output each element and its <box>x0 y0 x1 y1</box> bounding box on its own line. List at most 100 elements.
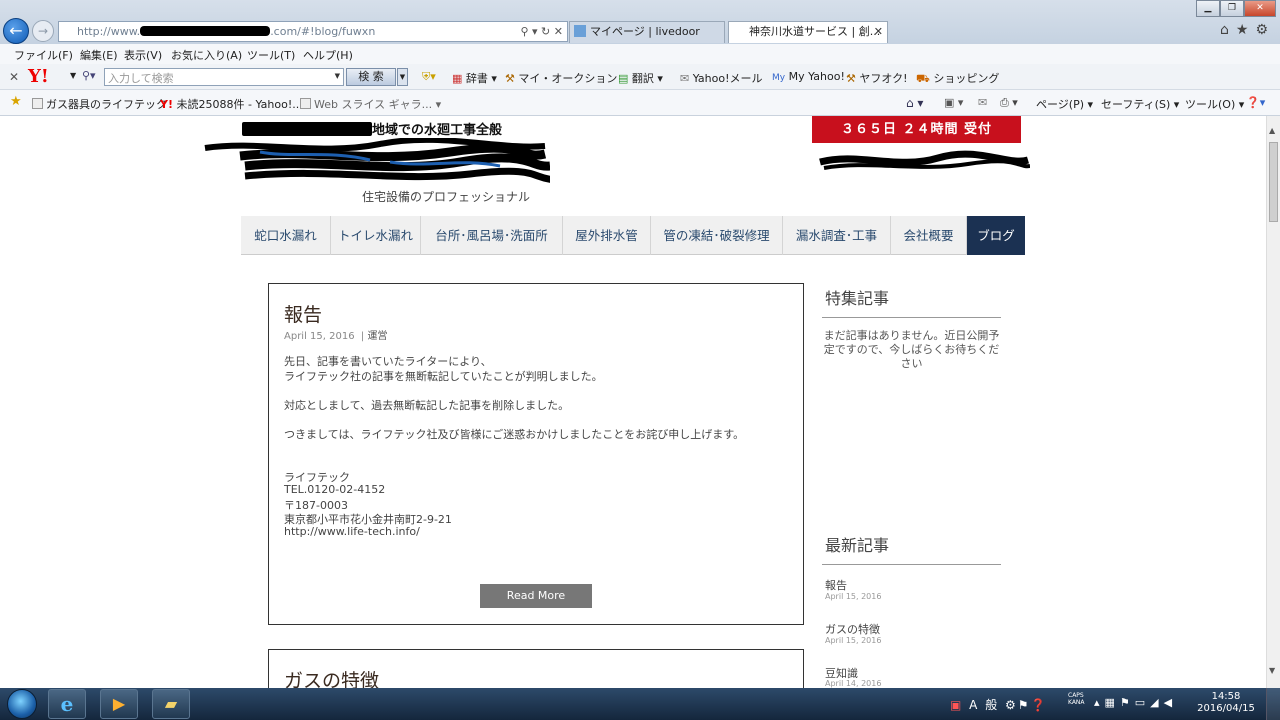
search-icon[interactable]: ⚲▾ <box>82 69 96 82</box>
menu-help[interactable]: ヘルプ(H) <box>303 47 353 63</box>
kana-label: KANA <box>1068 699 1085 706</box>
nav-pipe-repair[interactable]: 管の凍結･破裂修理 <box>651 216 783 255</box>
gavel-icon: ⚒ <box>846 72 856 85</box>
nav-faucet-leak[interactable]: 蛇口水漏れ <box>241 216 331 255</box>
menu-bar: ファイル(F) 編集(E) 表示(V) お気に入り(A) ツール(T) ヘルプ(… <box>0 44 1280 64</box>
show-desktop-button[interactable] <box>1266 688 1280 720</box>
nav-blog[interactable]: ブログ <box>967 216 1025 255</box>
minimize-button[interactable]: ▁ <box>1196 0 1220 17</box>
post-link[interactable]: http://www.life-tech.info/ <box>284 525 420 538</box>
favorite-label: 未読25088件 - Yahoo!... <box>176 98 303 111</box>
close-window-button[interactable]: ✕ <box>1244 0 1276 17</box>
chevron-down-icon[interactable]: ▼ <box>70 71 76 80</box>
yahoo-search-input[interactable]: 入力して検索 ▼ <box>104 68 344 86</box>
ie-taskbar-icon[interactable]: e <box>48 689 86 719</box>
menu-view[interactable]: 表示(V) <box>124 47 162 63</box>
dictionary-link[interactable]: ▦ 辞書 ▾ <box>452 70 497 86</box>
web-page: 地域での水廻工事全般 住宅設備のプロフェッショナル ３６５日 ２４時間 受付 蛇… <box>0 116 1266 688</box>
yahoo-search-button[interactable]: 検 索 <box>346 68 396 86</box>
vertical-scrollbar[interactable]: ▲ ▼ <box>1266 116 1280 688</box>
close-toolbar-icon[interactable]: ✕ <box>9 70 19 84</box>
recent-post-link[interactable]: 報告 <box>825 577 847 593</box>
page-icon <box>32 98 43 109</box>
yahoo-toolbar: ✕ Y! ▼ ⚲▾ 入力して検索 ▼ 検 索 ▼ ⛨▾ ▦ 辞書 ▾ ⚒ マイ・オ… <box>0 64 1280 90</box>
close-tab-icon[interactable]: ✕ <box>874 22 883 42</box>
read-mail-icon[interactable]: ✉ <box>978 96 987 109</box>
caps-kana-indicator: CAPS KANA <box>1068 692 1085 706</box>
system-tray-icons[interactable]: ▣ A 般 ⚙⚑❓ <box>950 696 1048 713</box>
safety-menu[interactable]: セーフティ(S) ▾ <box>1101 96 1179 112</box>
post-line: 先日、記事を書いていたライターにより、 <box>284 355 492 368</box>
clock-date: 2016/04/15 <box>1197 703 1255 714</box>
favorite-item-yahoo[interactable]: Y! 未読25088件 - Yahoo!... <box>160 96 303 112</box>
taskbar-clock[interactable]: 14:58 2016/04/15 <box>1196 691 1256 715</box>
read-more-button[interactable]: Read More <box>480 584 592 608</box>
yahoo-mail-link[interactable]: ✉ Yahoo!メール <box>680 70 763 86</box>
my-auction-link[interactable]: ⚒ マイ・オークション <box>505 70 617 86</box>
menu-favorites[interactable]: お気に入り(A) <box>171 47 242 63</box>
yahoo-logo[interactable]: Y! <box>28 66 49 87</box>
shield-icon[interactable]: ⛨▾ <box>422 70 436 84</box>
favorite-item-webslice[interactable]: Web スライス ギャラ... ▾ <box>300 96 441 112</box>
windows-taskbar: e ▶ ▰ ▣ A 般 ⚙⚑❓ CAPS KANA ▴▦⚑▭◢◀ 14:58 201… <box>0 688 1280 720</box>
menu-tools[interactable]: ツール(T) <box>247 47 295 63</box>
command-label: ページ(P) <box>1036 98 1084 111</box>
favorite-label: ガス器具のライフテック <box>46 98 167 111</box>
favorites-star-icon[interactable]: ★ <box>10 94 22 109</box>
recent-post-date: April 14, 2016 <box>825 679 882 688</box>
nav-outdoor-drain[interactable]: 屋外排水管 <box>563 216 651 255</box>
post-category[interactable]: 運営 <box>367 331 387 342</box>
tab-favicon-icon <box>574 25 586 37</box>
favorite-item-lifetech[interactable]: ガス器具のライフテック <box>32 96 167 112</box>
scroll-up-icon[interactable]: ▲ <box>1269 126 1275 135</box>
maximize-button[interactable]: ❐ <box>1220 0 1244 17</box>
home-icon[interactable]: ⌂ ▾ <box>906 96 923 110</box>
recent-post-date: April 15, 2016 <box>825 636 882 645</box>
ime-indicator[interactable]: A 般 <box>969 698 999 712</box>
tab-active-site[interactable]: 神奈川水道サービス | 創... ✕ <box>728 21 888 43</box>
nav-kitchen-bath[interactable]: 台所･風呂場･洗面所 <box>421 216 563 255</box>
translate-link[interactable]: ▤ 翻訳 ▾ <box>618 70 663 86</box>
tab-livedoor[interactable]: マイページ | livedoor Blog <box>569 21 725 58</box>
post-line: ライフテック社の記事を無断転記していたことが判明しました。 <box>284 370 603 383</box>
back-button[interactable]: ← <box>3 18 29 44</box>
nav-toilet-leak[interactable]: トイレ水漏れ <box>331 216 421 255</box>
site-subtitle: 住宅設備のプロフェッショナル <box>362 190 531 204</box>
post-title[interactable]: ガスの特徴 <box>284 666 379 688</box>
shopping-link[interactable]: ⛟ ショッピング <box>916 70 999 87</box>
windows-logo-icon <box>7 689 37 719</box>
chevron-down-icon[interactable]: ▼ <box>335 72 340 80</box>
feeds-icon[interactable]: ▣ ▾ <box>944 96 963 109</box>
address-search-icon[interactable]: ⚲ ▾ ↻ ✕ <box>520 25 563 38</box>
post-title[interactable]: 報告 <box>284 300 322 327</box>
start-button[interactable] <box>2 688 40 720</box>
recent-post-link[interactable]: ガスの特徴 <box>825 621 880 637</box>
help-icon[interactable]: ❓▾ <box>1246 96 1265 109</box>
menu-edit[interactable]: 編集(E) <box>80 47 118 63</box>
window-controls: ▁ ❐ ✕ <box>1196 0 1276 17</box>
page-menu[interactable]: ページ(P) ▾ <box>1036 96 1093 112</box>
scroll-down-icon[interactable]: ▼ <box>1269 666 1275 675</box>
search-options-dropdown[interactable]: ▼ <box>397 68 408 86</box>
tray-network-volume-icons[interactable]: ▴▦⚑▭◢◀ <box>1094 696 1177 709</box>
yahuoku-link[interactable]: ⚒ ヤフオク! <box>846 70 908 86</box>
forward-button[interactable]: → <box>32 20 54 42</box>
web-slice-icon <box>300 98 311 109</box>
post-date: April 15, 2016 <box>284 331 355 342</box>
favorite-label: Web スライス ギャラ... <box>314 98 433 111</box>
menu-file[interactable]: ファイル(F) <box>14 47 73 63</box>
nav-company[interactable]: 会社概要 <box>891 216 967 255</box>
clock-time: 14:58 <box>1211 691 1241 702</box>
media-player-icon[interactable]: ▶ <box>100 689 138 719</box>
tools-menu[interactable]: ツール(O) ▾ <box>1185 96 1244 112</box>
featured-heading: 特集記事 <box>825 289 890 308</box>
recent-heading: 最新記事 <box>825 536 890 555</box>
print-icon[interactable]: ⎙ ▾ <box>1000 96 1018 110</box>
scrollbar-thumb[interactable] <box>1269 142 1278 222</box>
explorer-folder-icon[interactable]: ▰ <box>152 689 190 719</box>
nav-leak-survey[interactable]: 漏水調査･工事 <box>783 216 891 255</box>
link-label: My Yahoo! <box>788 70 845 83</box>
home-favorites-gear-icons[interactable]: ⌂★⚙ <box>1220 22 1275 38</box>
address-bar[interactable]: http://www. .com/#!blog/fuwxn ⚲ ▾ ↻ ✕ <box>58 21 568 42</box>
my-yahoo-link[interactable]: My My Yahoo! <box>772 70 845 83</box>
